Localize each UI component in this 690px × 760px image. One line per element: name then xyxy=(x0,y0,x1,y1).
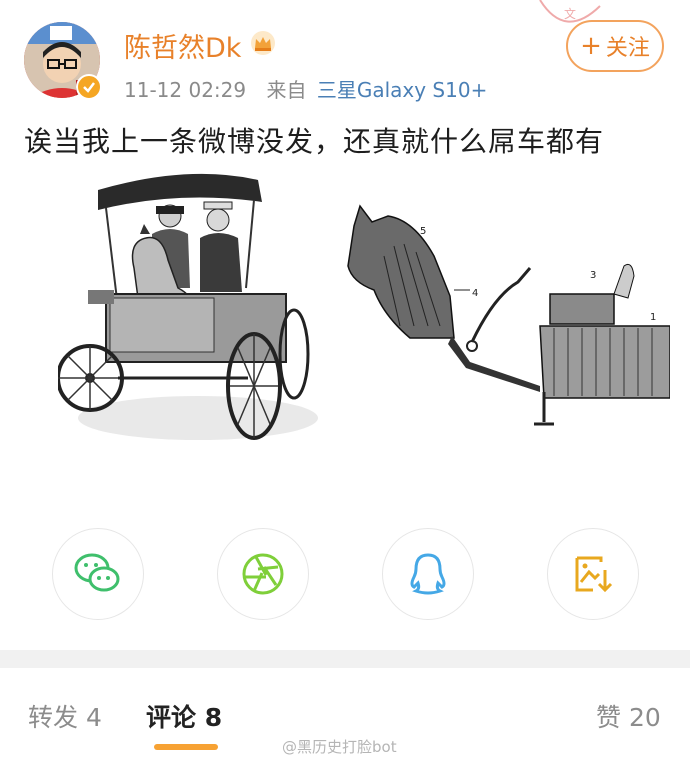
tab-likes-label: 赞 xyxy=(596,703,622,732)
share-qq-button[interactable] xyxy=(382,528,474,620)
watermark: @黑历史打脸bot xyxy=(282,738,397,756)
tab-likes[interactable]: 赞 20 xyxy=(596,698,661,734)
svg-text:文: 文 xyxy=(564,6,576,21)
post-meta: 11-12 02:29 来自 三星Galaxy S10+ xyxy=(124,74,487,103)
tab-comments-label: 评论 xyxy=(146,703,197,732)
save-image-button[interactable] xyxy=(547,528,639,620)
patent-drawing-image[interactable]: 5 4 3 1 xyxy=(344,186,670,434)
tab-reposts[interactable]: 转发 4 xyxy=(28,698,102,734)
source-label: 来自 xyxy=(266,78,307,102)
tab-comments[interactable]: 评论 8 xyxy=(146,698,222,734)
follow-button[interactable]: + 关注 xyxy=(566,20,664,72)
section-divider xyxy=(0,650,690,668)
svg-text:5: 5 xyxy=(420,226,426,237)
device-link[interactable]: 三星Galaxy S10+ xyxy=(317,78,488,102)
share-row xyxy=(0,520,690,630)
moments-icon xyxy=(242,553,284,595)
crown-icon[interactable] xyxy=(248,30,278,56)
follow-label: 关注 xyxy=(605,36,650,61)
tab-reposts-count: 4 xyxy=(85,703,102,732)
active-tab-indicator xyxy=(154,744,218,750)
share-wechat-button[interactable] xyxy=(52,528,144,620)
svg-text:4: 4 xyxy=(472,288,478,299)
avatar[interactable] xyxy=(24,22,102,100)
tab-reposts-label: 转发 xyxy=(28,703,79,732)
verified-badge xyxy=(76,74,102,100)
qq-icon xyxy=(410,553,446,595)
tab-likes-count: 20 xyxy=(628,703,661,732)
svg-text:1: 1 xyxy=(650,312,656,323)
post-text: 诶当我上一条微博没发，还真就什么屌车都有 xyxy=(24,125,605,158)
timestamp: 11-12 02:29 xyxy=(124,78,247,102)
wechat-icon xyxy=(74,553,120,592)
svg-text:3: 3 xyxy=(590,270,596,281)
plus-icon: + xyxy=(580,31,602,61)
save-image-icon xyxy=(575,556,613,593)
tab-comments-count: 8 xyxy=(204,703,223,732)
share-moments-button[interactable] xyxy=(217,528,309,620)
username[interactable]: 陈哲然Dk xyxy=(124,26,241,65)
carriage-illustration-image[interactable] xyxy=(58,168,322,454)
post-header: 文 陈哲然Dk 11-12 02:29 来自 三星Galaxy S10+ + 关… xyxy=(0,0,690,110)
